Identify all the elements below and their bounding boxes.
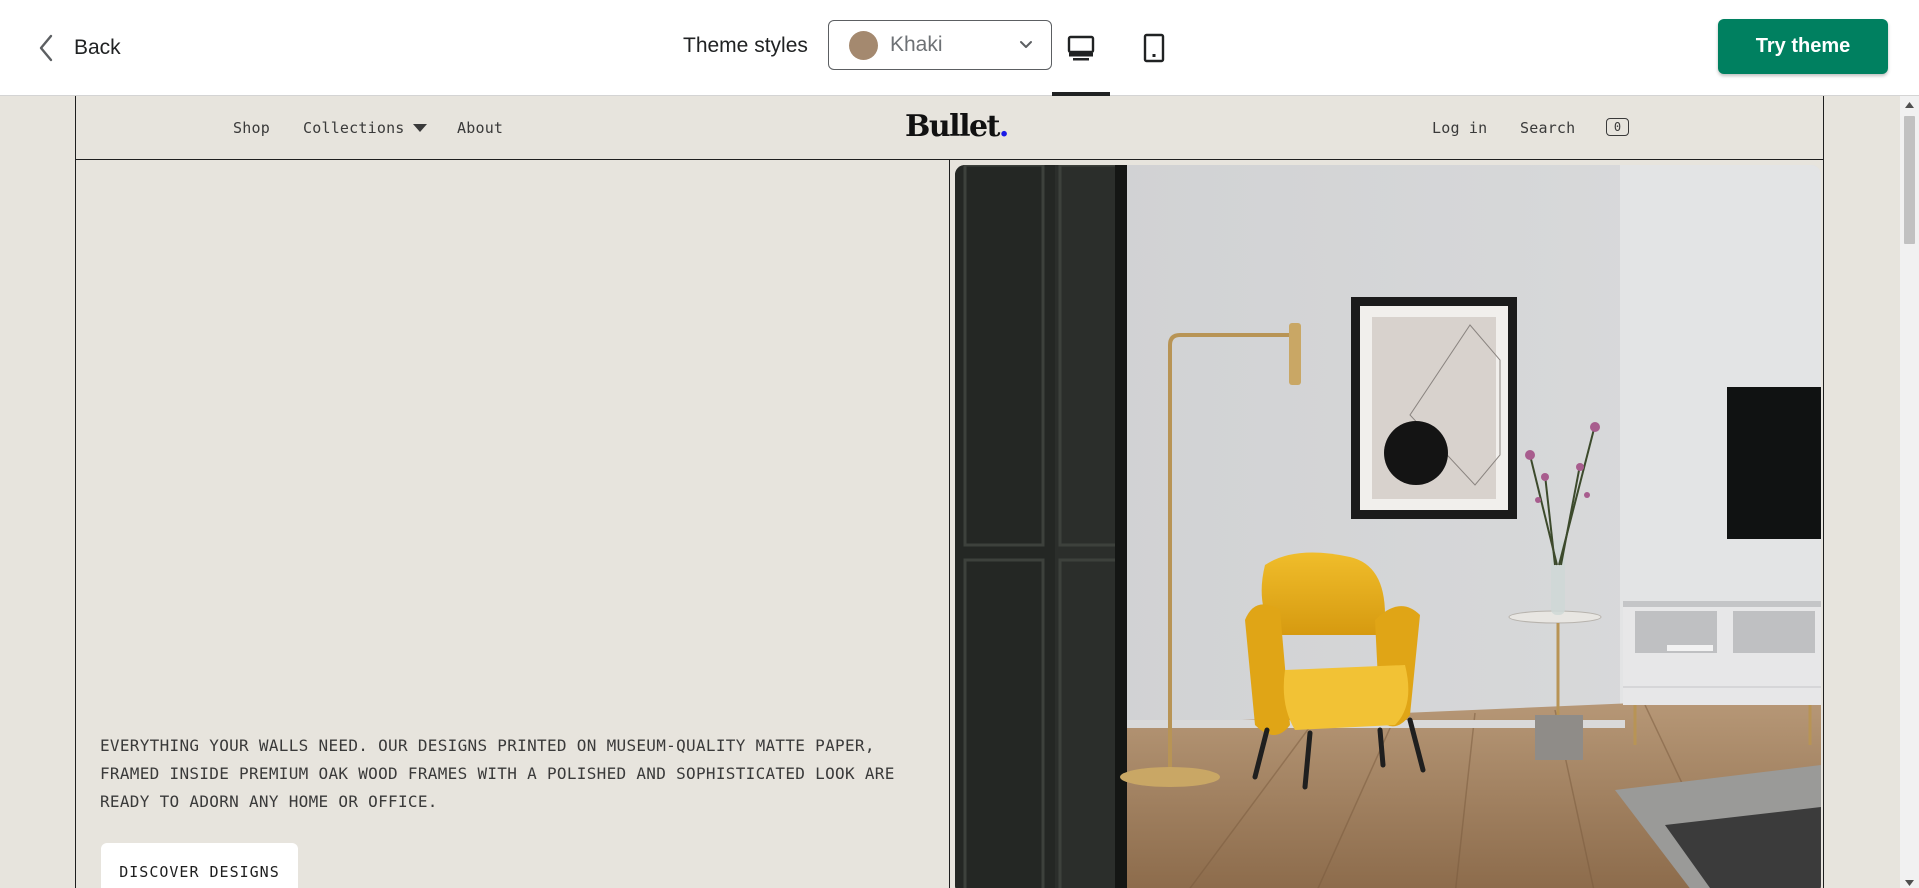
- caret-down-icon: [412, 123, 427, 132]
- theme-styles-label: Theme styles: [683, 34, 808, 57]
- living-room-illustration: [955, 165, 1821, 888]
- try-theme-button[interactable]: Try theme: [1718, 19, 1888, 74]
- cart-count-badge[interactable]: 0: [1606, 118, 1629, 136]
- scrollbar-thumb[interactable]: [1904, 116, 1915, 244]
- mobile-view-button[interactable]: [1125, 0, 1183, 96]
- hero-image: [955, 165, 1821, 888]
- store-header: Shop Collections About Bullet. Log in Se…: [76, 96, 1823, 160]
- nav-collections-label: Collections: [303, 119, 405, 137]
- preview-toolbar: Back Theme styles Khaki Try theme: [0, 0, 1919, 96]
- chevron-left-icon: [39, 34, 53, 62]
- logo-dot: .: [998, 109, 1009, 144]
- back-button[interactable]: Back: [38, 30, 121, 66]
- discover-designs-button[interactable]: DISCOVER DESIGNS: [101, 843, 298, 888]
- color-swatch: [849, 30, 878, 60]
- nav-shop-link[interactable]: Shop: [233, 119, 270, 137]
- theme-style-select[interactable]: Khaki: [828, 20, 1052, 70]
- scroll-up-arrow-icon[interactable]: [1905, 102, 1914, 108]
- back-label: Back: [74, 36, 121, 59]
- mobile-icon: [1143, 33, 1165, 63]
- preview-scrollbar[interactable]: [1900, 96, 1919, 888]
- chevron-down-icon: [1020, 41, 1032, 48]
- hero-text-panel: EVERYTHING YOUR WALLS NEED. OUR DESIGNS …: [76, 160, 950, 888]
- theme-style-value: Khaki: [890, 33, 943, 56]
- store-preview: Shop Collections About Bullet. Log in Se…: [75, 96, 1824, 888]
- nav-collections-link[interactable]: Collections: [303, 119, 427, 137]
- scroll-down-arrow-icon[interactable]: [1905, 880, 1914, 886]
- store-logo[interactable]: Bullet.: [905, 109, 1009, 144]
- login-link[interactable]: Log in: [1432, 119, 1487, 137]
- hero-description: EVERYTHING YOUR WALLS NEED. OUR DESIGNS …: [100, 736, 895, 811]
- desktop-view-button[interactable]: [1052, 0, 1110, 96]
- desktop-icon: [1067, 35, 1095, 61]
- logo-text: Bullet: [905, 109, 1000, 144]
- nav-about-link[interactable]: About: [457, 119, 503, 137]
- search-link[interactable]: Search: [1520, 119, 1575, 137]
